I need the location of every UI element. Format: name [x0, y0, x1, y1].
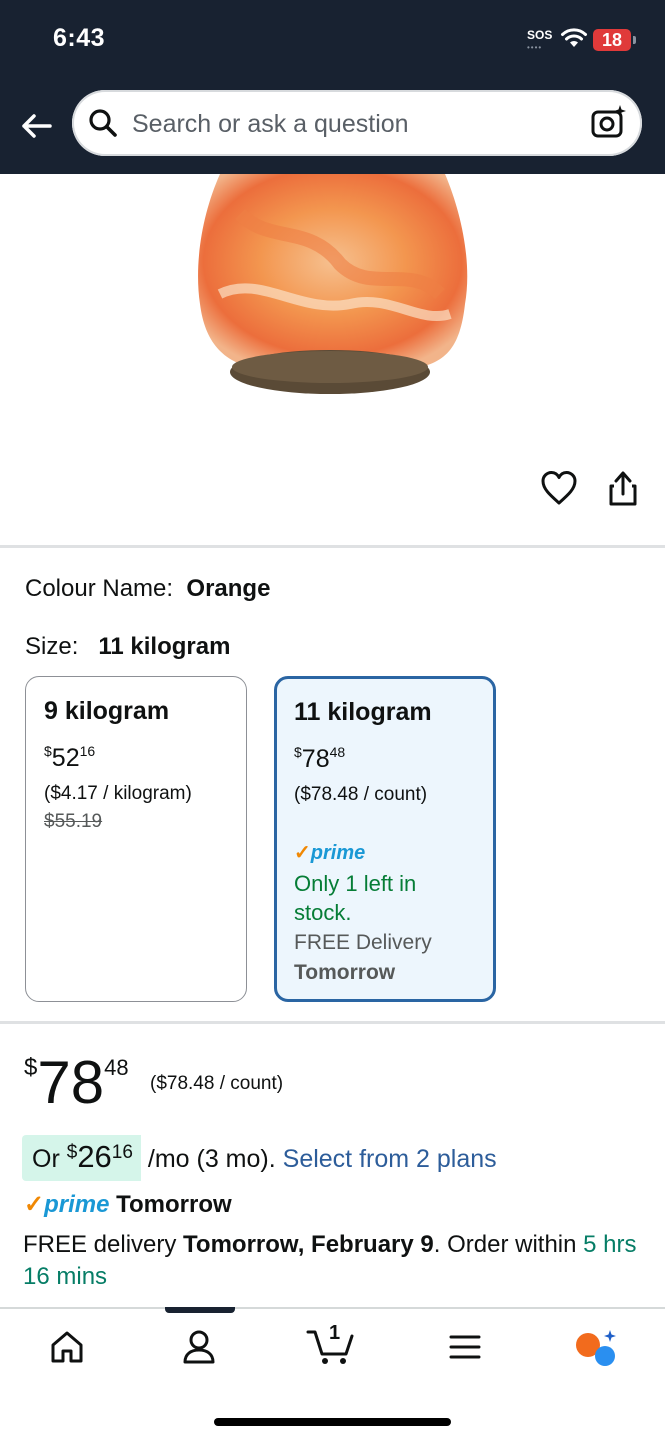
size-row: Size: 11 kilogram: [25, 633, 230, 661]
home-indicator: [214, 1418, 451, 1426]
nav-active-indicator: [165, 1307, 235, 1313]
stock-status: Only 1 left in stock.: [294, 871, 417, 925]
battery-nub: [633, 36, 636, 44]
prime-delivery: ✓prime Tomorrow: [24, 1191, 232, 1218]
account-icon[interactable]: [180, 1328, 218, 1366]
section-divider: [0, 545, 665, 548]
prime-badge: ✓prime: [294, 842, 366, 864]
rufus-assistant-icon[interactable]: [574, 1328, 618, 1368]
option-title: 11 kilogram: [294, 698, 432, 726]
camera-search-icon[interactable]: [590, 103, 628, 141]
colour-row: Colour Name: Orange: [25, 575, 270, 603]
prime-check-icon: ✓: [294, 842, 311, 864]
installment-pill: Or $2616: [22, 1135, 141, 1181]
option-list-price: $55.19: [44, 811, 103, 832]
search-placeholder: Search or ask a question: [132, 110, 409, 138]
size-option-9kg[interactable]: 9 kilogram $5216 ($4.17 / kilogram) $55.…: [25, 676, 247, 1002]
option-delivery-when: Tomorrow: [294, 961, 396, 984]
option-price: $7848: [294, 744, 346, 773]
home-icon[interactable]: [48, 1328, 86, 1366]
status-time: 6:43: [53, 24, 106, 52]
main-price: $7848: [24, 1049, 129, 1116]
size-option-11kg[interactable]: 11 kilogram $7848 ($78.48 / count) ✓prim…: [274, 676, 496, 1002]
colour-label: Colour Name:: [25, 575, 174, 602]
search-icon: [89, 109, 117, 137]
option-unit-price: ($78.48 / count): [294, 784, 428, 805]
option-unit-price: ($4.17 / kilogram): [44, 783, 192, 804]
option-price: $5216: [44, 743, 96, 772]
sos-indicator: SOS: [527, 28, 553, 42]
section-divider: [0, 1021, 665, 1024]
prime-check-icon: ✓: [24, 1191, 45, 1218]
installment-row: Or $2616 /mo (3 mo). Select from 2 plans: [22, 1135, 497, 1181]
back-arrow-icon[interactable]: [18, 108, 54, 144]
search-input[interactable]: Search or ask a question: [72, 90, 642, 156]
product-image[interactable]: [180, 174, 490, 424]
signal-dots: ••••: [527, 43, 543, 52]
share-icon[interactable]: [606, 470, 640, 508]
installment-suffix: /mo (3 mo).: [147, 1145, 276, 1173]
wifi-icon: [561, 28, 587, 47]
menu-icon[interactable]: [447, 1328, 483, 1366]
option-title: 9 kilogram: [44, 697, 170, 725]
option-delivery: FREE Delivery: [294, 931, 432, 954]
main-unit-price: ($78.48 / count): [150, 1073, 284, 1094]
battery-indicator: 18: [593, 29, 631, 51]
select-plans-link[interactable]: Select from 2 plans: [283, 1145, 497, 1173]
size-value: 11 kilogram: [98, 633, 231, 660]
delivery-info: FREE delivery Tomorrow, February 9. Orde…: [23, 1231, 637, 1290]
heart-icon[interactable]: [540, 470, 578, 506]
size-label: Size:: [25, 633, 79, 660]
colour-value: Orange: [186, 575, 271, 602]
cart-count: 1: [329, 1322, 341, 1344]
cart-button[interactable]: 1: [306, 1322, 358, 1366]
